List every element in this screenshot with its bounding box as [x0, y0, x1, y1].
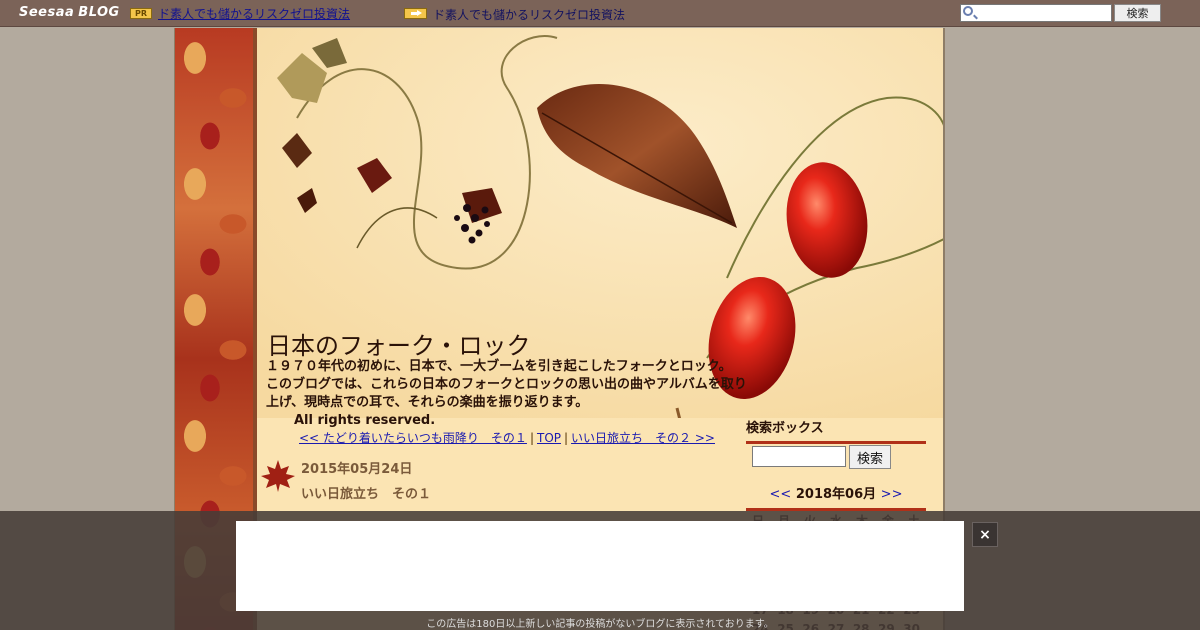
description-line-1: １９７０年代の初めに、日本で、一大ブームを引き起こしたフォークとロック。	[266, 359, 732, 374]
top-link[interactable]: TOP	[537, 431, 561, 445]
maple-leaf-icon	[261, 460, 295, 492]
calendar-month: 2018年06月	[795, 487, 877, 502]
close-ad-button[interactable]: ×	[972, 522, 998, 547]
logo-text: Seesaa	[19, 5, 75, 20]
description-line-3: 上げ、現時点での耳で、それらの楽曲を振り返ります。	[266, 395, 589, 410]
ad-notice: この広告は180日以上新しい記事の投稿がないブログに表示されております。	[426, 619, 774, 630]
calendar-header: << 2018年06月 >>	[746, 483, 926, 511]
top-search-button[interactable]: 検索	[1114, 4, 1161, 22]
logo-blog-text: BLOG	[78, 5, 120, 20]
blog-title[interactable]: 日本のフォーク・ロック	[267, 326, 531, 361]
entry-date: 2015年05月24日	[301, 462, 413, 477]
description-line-2: このブログでは、これらの日本のフォークとロックの思い出の曲やアルバムを取り	[266, 377, 747, 392]
ad-banner[interactable]	[236, 521, 964, 611]
calendar-prev-link[interactable]: <<	[770, 487, 792, 502]
top-bar: Seesaa BLOG PR ド素人でも儲かるリスクゼロ投資法 ド素人でも儲かるリ…	[0, 0, 1200, 27]
blog-description: １９７０年代の初めに、日本で、一大ブームを引き起こしたフォークとロック。 このブ…	[266, 358, 796, 412]
top-search-box[interactable]	[960, 4, 1112, 22]
sidebar-search-input[interactable]	[752, 446, 846, 467]
top-search-input[interactable]	[977, 5, 1107, 21]
arrow-right-icon	[404, 8, 427, 19]
ad-overlay: × この広告は180日以上新しい記事の投稿がないブログに表示されております。	[0, 511, 1200, 630]
copyright-notice: All rights reserved.	[294, 413, 436, 428]
prev-entry-link[interactable]: << たどり着いたらいつも雨降り その１	[299, 431, 527, 445]
search-icon	[963, 6, 973, 16]
sidebar-search-button[interactable]: 検索	[849, 445, 891, 469]
next-entry-link[interactable]: いい日旅立ち その２ >>	[571, 431, 715, 445]
ad-text-link[interactable]: ド素人でも儲かるリスクゼロ投資法	[433, 6, 625, 23]
nav-separator: |	[529, 431, 534, 445]
seesaa-logo[interactable]: Seesaa BLOG	[19, 5, 120, 20]
search-box-heading: 検索ボックス	[746, 417, 926, 444]
pr-ad-link[interactable]: ド素人でも儲かるリスクゼロ投資法	[158, 5, 350, 22]
entry-navigation: << たどり着いたらいつも雨降り その１ | TOP | いい日旅立ち その２ >>	[299, 429, 715, 446]
pr-badge: PR	[130, 8, 152, 19]
entry-title[interactable]: いい日旅立ち その１	[301, 483, 431, 502]
calendar-next-link[interactable]: >>	[881, 487, 903, 502]
nav-separator: |	[564, 431, 569, 445]
